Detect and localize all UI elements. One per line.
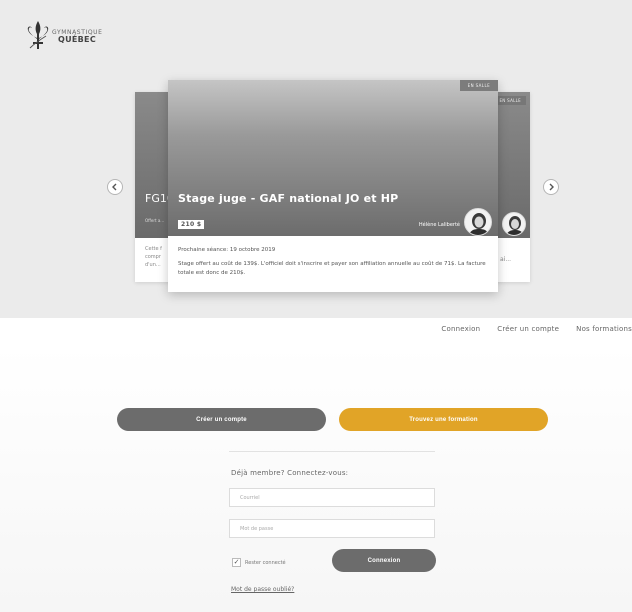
forgot-password-link[interactable]: Mot de passe oublié? xyxy=(231,586,294,593)
find-training-button[interactable]: Trouvez une formation xyxy=(339,408,548,431)
nav-create-account-link[interactable]: Créer un compte xyxy=(497,325,559,333)
instructor-name: Hélène Laliberté xyxy=(418,222,460,228)
login-heading: Déjà membre? Connectez-vous: xyxy=(231,469,349,477)
create-account-button[interactable]: Créer un compte xyxy=(117,408,326,431)
login-button[interactable]: Connexion xyxy=(332,549,436,572)
password-field[interactable] xyxy=(229,519,435,538)
remember-me[interactable]: ✓ Rester connecté xyxy=(232,558,286,567)
divider xyxy=(229,451,435,452)
remember-checkbox[interactable]: ✓ xyxy=(232,558,241,567)
carousel-prev-button[interactable] xyxy=(107,179,123,195)
remember-label: Rester connecté xyxy=(245,559,286,566)
carousel-next-button[interactable] xyxy=(543,179,559,195)
card-description: Stage offert au coût de 139$. L'officiel… xyxy=(178,261,486,276)
nav-login-link[interactable]: Connexion xyxy=(441,325,480,333)
price-tag: 210 $ xyxy=(178,220,205,229)
logo-line-2: QUÉBEC xyxy=(58,35,96,44)
check-icon: ✓ xyxy=(233,558,240,566)
hero-carousel: GYMNASTIQUE QUÉBEC FG10 Offert a... Cett… xyxy=(0,0,632,318)
chevron-right-icon xyxy=(549,183,554,191)
email-field[interactable] xyxy=(229,488,435,507)
next-session: Prochaine séance: 19 octobre 2019 xyxy=(178,247,276,253)
instructor-avatar xyxy=(502,212,526,236)
card-badge: EN SALLE xyxy=(494,96,526,105)
card-badge: EN SALLE xyxy=(459,80,498,91)
card-title: Stage juge - GAF national JO et HP xyxy=(178,192,399,205)
card-description: ai... xyxy=(500,256,512,263)
fleur-de-lis-icon xyxy=(27,21,49,49)
card-subtitle: Offert a... xyxy=(145,218,165,223)
nav-trainings-link[interactable]: Nos formations xyxy=(576,325,632,333)
login-panel xyxy=(0,345,632,612)
chevron-left-icon xyxy=(112,183,117,191)
top-nav: Connexion Créer un compte Nos formations xyxy=(424,325,632,333)
carousel-card-featured[interactable]: EN SALLE Stage juge - GAF national JO et… xyxy=(168,80,498,292)
gymnastique-quebec-logo[interactable]: GYMNASTIQUE QUÉBEC xyxy=(26,20,103,50)
instructor-avatar xyxy=(464,208,492,236)
card-image xyxy=(168,80,498,236)
